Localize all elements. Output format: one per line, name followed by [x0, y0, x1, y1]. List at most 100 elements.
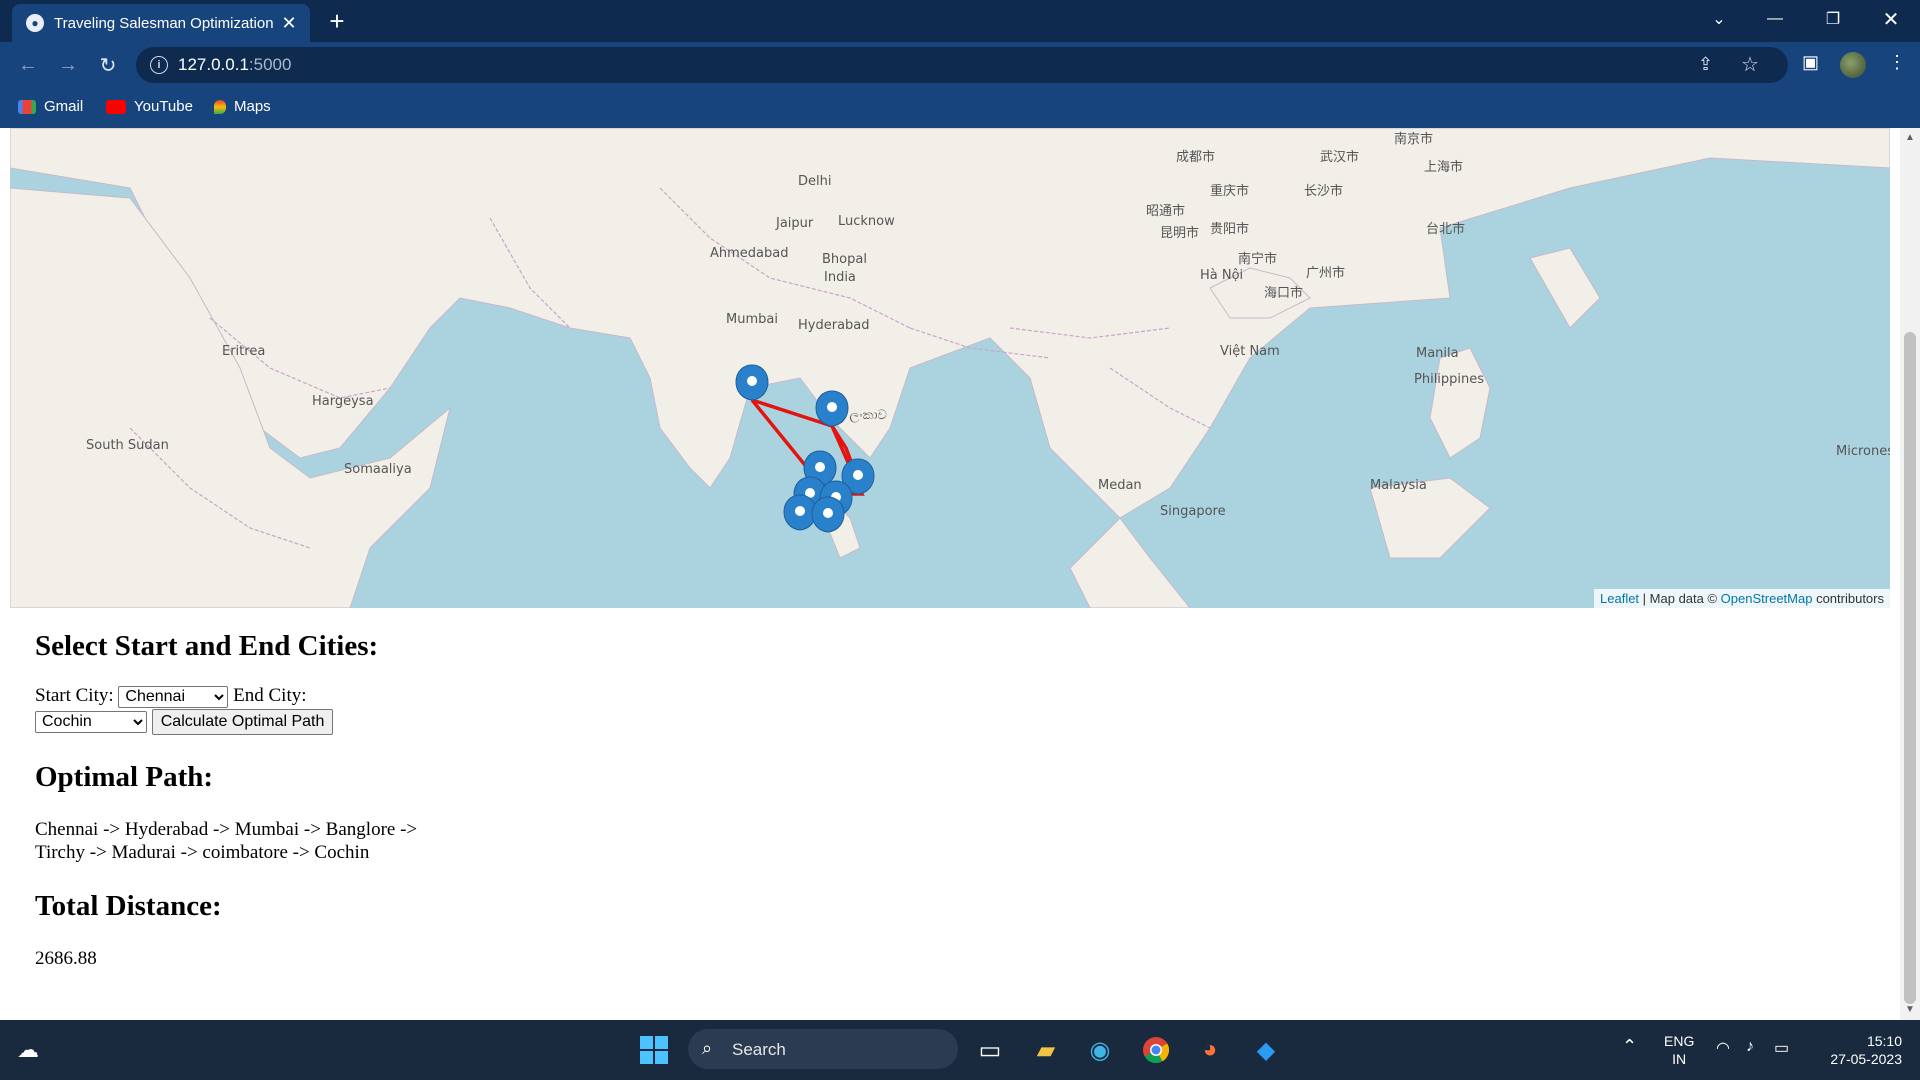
search-placeholder: Search — [732, 1040, 786, 1059]
url-port: :5000 — [248, 55, 292, 74]
map-label: Singapore — [1160, 504, 1226, 519]
task-view-icon[interactable]: ▭ — [972, 1032, 1008, 1068]
map-label: 台北市 — [1426, 222, 1466, 237]
scrollbar-thumb[interactable] — [1904, 332, 1916, 1004]
osm-link[interactable]: OpenStreetMap — [1721, 591, 1813, 606]
map-tiles — [10, 128, 1890, 608]
clock[interactable]: 15:10 27-05-2023 — [1810, 1032, 1902, 1068]
region-code: IN — [1672, 1051, 1687, 1067]
back-button[interactable]: ← — [14, 51, 42, 79]
start-city-select[interactable]: Chennai — [118, 685, 229, 708]
map-label: Việt Nam — [1220, 344, 1280, 359]
clock-date: 27-05-2023 — [1830, 1051, 1902, 1067]
volume-icon[interactable]: ♪ — [1746, 1038, 1754, 1056]
page-viewport: Delhi Jaipur Lucknow Ahmedabad Bhopal In… — [0, 128, 1920, 1020]
optimal-path-heading: Optimal Path: — [35, 761, 214, 793]
end-city-select[interactable]: Cochin — [35, 710, 147, 733]
browser-toolbar: ← → ↻ i 127.0.0.1:5000 ⇪ ☆ ▣ ⋮ — [0, 42, 1920, 88]
language-indicator[interactable]: ENG IN — [1664, 1032, 1694, 1068]
map-attribution: Leaflet | Map data © OpenStreetMap contr… — [1594, 589, 1890, 608]
map-label: Malaysia — [1370, 478, 1427, 493]
restore-button[interactable]: ❐ — [1810, 0, 1856, 38]
attribution-text: | Map data © — [1639, 591, 1721, 606]
bookmarks-bar: Gmail YouTube Maps — [0, 88, 1920, 128]
map-label: 成都市 — [1176, 150, 1216, 165]
map-label: Delhi — [798, 174, 832, 189]
profile-avatar[interactable] — [1840, 52, 1866, 78]
map-label: 南宁市 — [1238, 252, 1278, 267]
bookmark-star-icon[interactable]: ☆ — [1741, 52, 1759, 77]
url-host: 127.0.0.1 — [178, 55, 249, 74]
select-cities-heading: Select Start and End Cities: — [35, 630, 379, 662]
globe-icon: ● — [26, 14, 44, 32]
vscode-icon[interactable]: ◆ — [1248, 1032, 1284, 1068]
bookmark-label: YouTube — [134, 98, 193, 115]
youtube-icon — [106, 99, 126, 114]
scroll-up-arrow-icon[interactable]: ▲ — [1904, 132, 1916, 144]
reload-button[interactable]: ↻ — [94, 51, 122, 79]
bookmark-gmail[interactable]: Gmail — [18, 98, 83, 115]
minimize-button[interactable]: — — [1752, 0, 1798, 38]
show-hidden-icons-chevron-icon[interactable]: ⌃ — [1622, 1036, 1637, 1057]
total-distance-value: 2686.88 — [35, 948, 97, 969]
side-panel-icon[interactable]: ▣ — [1802, 52, 1819, 73]
url-text[interactable]: 127.0.0.1:5000 — [178, 55, 291, 75]
tab-search-chevron-icon[interactable]: ⌄ — [1696, 0, 1742, 38]
map-label: 南京市 — [1394, 132, 1434, 147]
end-city-label: End City: — [233, 685, 307, 706]
map-label: 昭通市 — [1146, 204, 1186, 219]
map-label: Lucknow — [838, 214, 895, 229]
edge-icon[interactable]: ◉ — [1082, 1032, 1118, 1068]
maps-pin-icon — [214, 99, 226, 114]
chrome-logo-icon — [1143, 1037, 1170, 1064]
language-code: ENG — [1664, 1033, 1695, 1049]
bookmark-label: Gmail — [44, 98, 84, 115]
leaflet-link[interactable]: Leaflet — [1600, 591, 1639, 606]
forward-button[interactable]: → — [54, 51, 82, 79]
chrome-icon[interactable] — [1138, 1032, 1174, 1068]
map-label: Hyderabad — [798, 318, 870, 333]
active-tab[interactable]: ● Traveling Salesman Optimization ✕ — [12, 4, 310, 42]
map-label: India — [824, 270, 856, 285]
map-label: 长沙市 — [1304, 184, 1344, 199]
menu-kebab-icon[interactable]: ⋮ — [1888, 52, 1906, 73]
share-icon[interactable]: ⇪ — [1698, 54, 1713, 75]
close-window-button[interactable]: ✕ — [1868, 0, 1914, 38]
battery-icon[interactable]: ▭ — [1774, 1038, 1789, 1058]
tab-strip: ● Traveling Salesman Optimization ✕ + ⌄ … — [0, 0, 1920, 42]
map-label: 重庆市 — [1210, 184, 1250, 199]
firefox-icon[interactable]: ◕ — [1192, 1032, 1228, 1068]
map-label: 昆明市 — [1160, 226, 1200, 241]
map-label: Jaipur — [776, 216, 814, 231]
map-label: Philippines — [1414, 372, 1485, 387]
windows-logo-icon — [640, 1036, 668, 1064]
map-label: Hà Nội — [1200, 268, 1244, 283]
clock-time: 15:10 — [1866, 1033, 1902, 1049]
start-button[interactable] — [636, 1032, 672, 1068]
map-label: Bhopal — [822, 252, 867, 267]
gmail-icon — [18, 99, 36, 114]
address-bar[interactable]: i 127.0.0.1:5000 ⇪ ☆ — [136, 47, 1788, 83]
map-label: 海口市 — [1264, 286, 1304, 301]
new-tab-button[interactable]: + — [322, 8, 352, 36]
map-label: Hargeysa — [312, 394, 374, 409]
scroll-down-arrow-icon[interactable]: ▼ — [1904, 1004, 1916, 1016]
map-label: Mumbai — [726, 312, 778, 327]
total-distance-heading: Total Distance: — [35, 890, 222, 922]
map-label: Micrones — [1836, 444, 1890, 459]
close-tab-icon[interactable]: ✕ — [278, 12, 300, 34]
bookmark-maps[interactable]: Maps — [214, 98, 271, 115]
site-info-icon[interactable]: i — [150, 56, 168, 74]
calculate-path-button[interactable]: Calculate Optimal Path — [151, 709, 334, 735]
map-label: Somaaliya — [344, 462, 412, 477]
weather-icon[interactable]: ☁ — [10, 1032, 46, 1068]
wifi-icon[interactable]: ◠ — [1716, 1038, 1730, 1058]
bookmark-youtube[interactable]: YouTube — [106, 98, 193, 115]
file-explorer-icon[interactable]: ▰ — [1028, 1032, 1064, 1068]
taskbar-search[interactable]: ⌕ Search — [688, 1029, 958, 1069]
city-form: Start City: Chennai End City: Cochin Cal… — [35, 683, 935, 735]
leaflet-map[interactable]: Delhi Jaipur Lucknow Ahmedabad Bhopal In… — [10, 128, 1890, 608]
map-label: South Sudan — [86, 438, 169, 453]
page-scrollbar[interactable]: ▲ ▼ — [1900, 128, 1920, 1020]
attribution-text: contributors — [1812, 591, 1884, 606]
